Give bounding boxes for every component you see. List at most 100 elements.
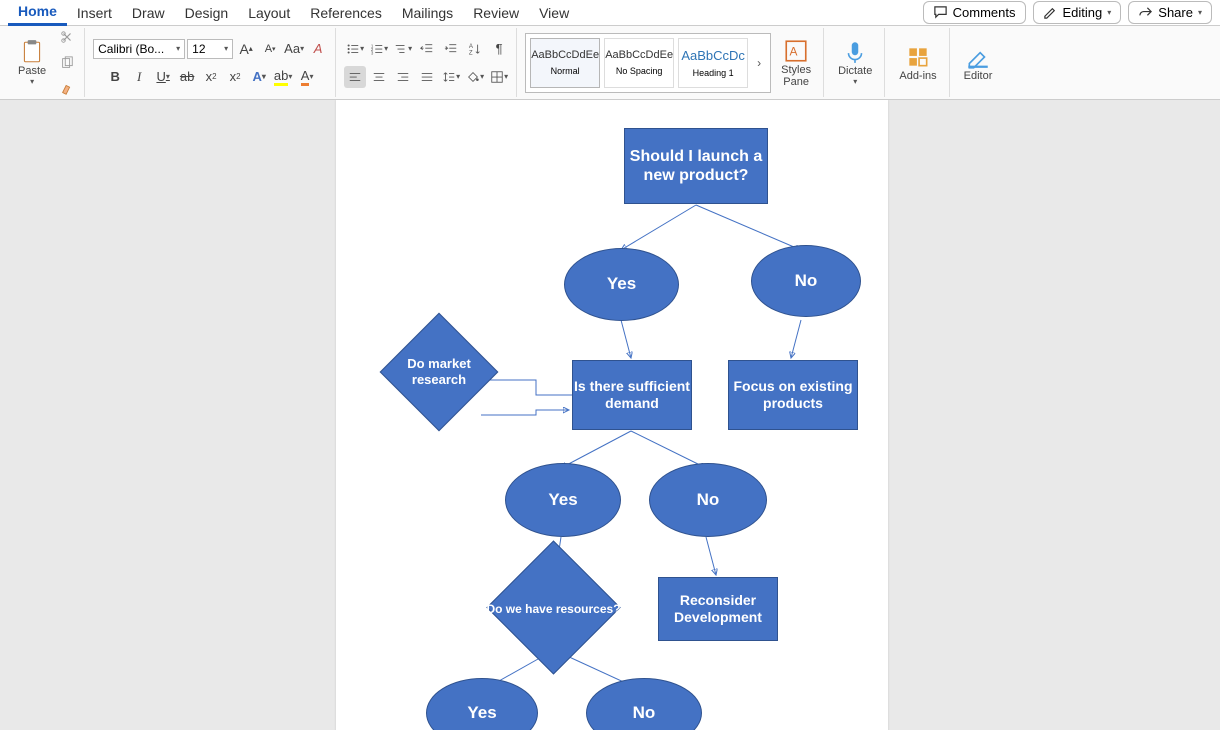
borders-button[interactable]: ▾ xyxy=(488,66,510,88)
flow-yes-2[interactable]: Yes xyxy=(505,463,621,537)
text-effects-button[interactable]: A▾ xyxy=(248,66,270,88)
font-size-value: 12 xyxy=(192,42,221,56)
justify-button[interactable] xyxy=(416,66,438,88)
chevron-down-icon: ▾ xyxy=(224,44,228,53)
tab-view[interactable]: View xyxy=(529,1,579,25)
tab-draw[interactable]: Draw xyxy=(122,1,175,25)
flow-yes-1[interactable]: Yes xyxy=(564,248,679,321)
addins-icon xyxy=(905,44,931,70)
format-painter-button[interactable] xyxy=(56,78,78,100)
indent-icon xyxy=(444,42,458,56)
addins-button[interactable]: Add-ins xyxy=(893,44,942,82)
flow-no-2[interactable]: No xyxy=(649,463,767,537)
font-size-select[interactable]: 12▾ xyxy=(187,39,233,59)
underline-button[interactable]: U▾ xyxy=(152,66,174,88)
flow-no-3[interactable]: No xyxy=(586,678,702,730)
style-name: Heading 1 xyxy=(693,68,734,78)
comments-button[interactable]: Comments xyxy=(923,1,1026,24)
tab-review[interactable]: Review xyxy=(463,1,529,25)
font-name-value: Calibri (Bo... xyxy=(98,42,173,56)
editing-button[interactable]: Editing ▾ xyxy=(1033,1,1122,24)
share-button[interactable]: Share ▾ xyxy=(1128,1,1212,24)
editor-button[interactable]: Editor xyxy=(958,44,999,82)
dictate-label: Dictate xyxy=(838,65,872,77)
highlight-button[interactable]: ab▾ xyxy=(272,66,294,88)
superscript-button[interactable]: x2 xyxy=(224,66,246,88)
tab-references[interactable]: References xyxy=(300,1,392,25)
line-spacing-button[interactable]: ▾ xyxy=(440,66,462,88)
styles-pane-button[interactable]: A Styles Pane xyxy=(775,38,817,88)
shading-button[interactable]: ▾ xyxy=(464,66,486,88)
tab-insert[interactable]: Insert xyxy=(67,1,122,25)
flow-reconsider-box[interactable]: Reconsider Development xyxy=(658,577,778,641)
borders-icon xyxy=(490,70,504,84)
shrink-font-button[interactable]: A▾ xyxy=(259,38,281,60)
sort-button[interactable]: AZ xyxy=(464,38,486,60)
svg-text:Z: Z xyxy=(469,49,473,56)
editor-label: Editor xyxy=(964,70,993,82)
show-marks-button[interactable]: ¶ xyxy=(488,38,510,60)
paste-button[interactable]: Paste ▾ xyxy=(12,39,52,86)
flow-start-question[interactable]: Should I launch a new product? xyxy=(624,128,768,204)
chevron-down-icon: ▾ xyxy=(176,44,180,53)
addins-label: Add-ins xyxy=(899,70,936,82)
styles-more-button[interactable]: › xyxy=(752,38,766,88)
font-group: Calibri (Bo...▾ 12▾ A▴ A▾ Aa▾ A B I U▾ a… xyxy=(87,28,336,97)
change-case-button[interactable]: Aa▾ xyxy=(283,38,305,60)
style-normal[interactable]: AaBbCcDdEeNormal xyxy=(530,38,600,88)
styles-pane-label: Styles Pane xyxy=(781,64,811,88)
outdent-icon xyxy=(420,42,434,56)
style-no-spacing[interactable]: AaBbCcDdEeNo Spacing xyxy=(604,38,674,88)
tab-home[interactable]: Home xyxy=(8,0,67,26)
share-icon xyxy=(1138,5,1153,20)
italic-button[interactable]: I xyxy=(128,66,150,88)
paragraph-group: ▾ 123▾ ▾ AZ ¶ ▾ ▾ ▾ xyxy=(338,28,517,97)
numbering-button[interactable]: 123▾ xyxy=(368,38,390,60)
style-sample: AaBbCcDdEe xyxy=(605,49,673,61)
copy-button[interactable] xyxy=(56,52,78,74)
styles-group: AaBbCcDdEeNormal AaBbCcDdEeNo Spacing Aa… xyxy=(519,28,824,97)
tab-design[interactable]: Design xyxy=(175,1,239,25)
align-left-button[interactable] xyxy=(344,66,366,88)
clear-formatting-button[interactable]: A xyxy=(307,38,329,60)
cut-button[interactable] xyxy=(56,26,78,48)
strikethrough-button[interactable]: ab xyxy=(176,66,198,88)
scissors-icon xyxy=(60,30,74,44)
bold-button[interactable]: B xyxy=(104,66,126,88)
copy-icon xyxy=(60,56,74,70)
dictate-button[interactable]: Dictate ▾ xyxy=(832,39,878,86)
flow-decision-research[interactable]: Do market research xyxy=(380,313,498,431)
multilevel-icon xyxy=(394,42,408,56)
multilevel-button[interactable]: ▾ xyxy=(392,38,414,60)
flow-decision-resources[interactable]: Do we have resources? xyxy=(476,552,631,667)
document-page[interactable]: Should I launch a new product? Yes No Do… xyxy=(336,100,888,730)
ribbon-home: Paste ▾ Calibri (Bo...▾ 12▾ A▴ A▾ Aa▾ A … xyxy=(0,26,1220,100)
bullets-icon xyxy=(346,42,360,56)
align-right-button[interactable] xyxy=(392,66,414,88)
bullets-button[interactable]: ▾ xyxy=(344,38,366,60)
document-canvas[interactable]: Should I launch a new product? Yes No Do… xyxy=(0,100,1220,730)
tab-layout[interactable]: Layout xyxy=(238,1,300,25)
flow-decision-label: Do market research xyxy=(380,313,498,431)
flow-no-1[interactable]: No xyxy=(751,245,861,317)
voice-group: Dictate ▾ xyxy=(826,28,885,97)
chevron-down-icon: ▾ xyxy=(1107,8,1111,17)
flow-focus-box[interactable]: Focus on existing products xyxy=(728,360,858,430)
align-center-button[interactable] xyxy=(368,66,390,88)
justify-icon xyxy=(420,70,434,84)
increase-indent-button[interactable] xyxy=(440,38,462,60)
style-heading-1[interactable]: AaBbCcDcHeading 1 xyxy=(678,38,748,88)
grow-font-button[interactable]: A▴ xyxy=(235,38,257,60)
tab-mailings[interactable]: Mailings xyxy=(392,1,463,25)
flow-yes-3[interactable]: Yes xyxy=(426,678,538,730)
align-center-icon xyxy=(372,70,386,84)
subscript-button[interactable]: x2 xyxy=(200,66,222,88)
style-name: Normal xyxy=(551,66,580,76)
sort-icon: AZ xyxy=(468,42,482,56)
decrease-indent-button[interactable] xyxy=(416,38,438,60)
font-color-button[interactable]: A▾ xyxy=(296,66,318,88)
clipboard-icon xyxy=(19,39,45,65)
font-name-select[interactable]: Calibri (Bo...▾ xyxy=(93,39,185,59)
comments-label: Comments xyxy=(953,5,1016,20)
flow-demand-box[interactable]: Is there sufficient demand xyxy=(572,360,692,430)
